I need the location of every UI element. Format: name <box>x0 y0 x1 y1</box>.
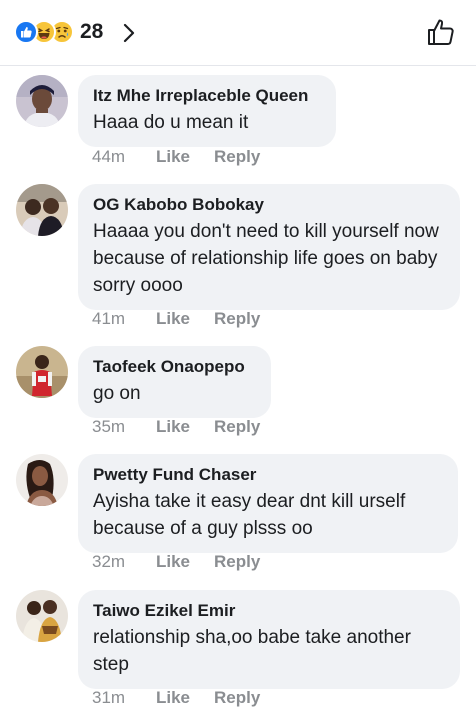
comment-meta: 32m Like Reply <box>92 552 284 572</box>
reply-button[interactable]: Reply <box>214 552 260 572</box>
avatar[interactable] <box>16 590 68 642</box>
like-post-icon[interactable] <box>425 16 457 48</box>
like-icon <box>14 20 38 44</box>
comment-meta: 35m Like Reply <box>92 417 284 437</box>
comment-author[interactable]: Taiwo Ezikel Emir <box>93 600 446 622</box>
chevron-right-icon[interactable] <box>120 20 138 46</box>
comment-bubble: Taofeek Onaopepo go on <box>78 346 271 418</box>
comment-bubble: OG Kabobo Bobokay Haaaa you don't need t… <box>78 184 460 310</box>
like-button[interactable]: Like <box>156 552 190 572</box>
comment-text: Haaa do u mean it <box>93 112 249 133</box>
comment-bubble: Pwetty Fund Chaser Ayisha take it easy d… <box>78 454 458 553</box>
comment-meta: 31m Like Reply <box>92 688 284 708</box>
reply-button[interactable]: Reply <box>214 417 260 437</box>
reactions-header: 28 <box>0 0 476 66</box>
avatar[interactable] <box>16 75 68 127</box>
like-button[interactable]: Like <box>156 147 190 167</box>
comment-author[interactable]: Taofeek Onaopepo <box>93 356 257 378</box>
comment-time[interactable]: 32m <box>92 552 156 572</box>
comment-time[interactable]: 44m <box>92 147 156 167</box>
reaction-count: 28 <box>80 20 104 43</box>
comment-author[interactable]: Pwetty Fund Chaser <box>93 464 444 486</box>
like-button[interactable]: Like <box>156 417 190 437</box>
reply-button[interactable]: Reply <box>214 309 260 329</box>
comment-text: Ayisha take it easy dear dnt kill urself… <box>93 491 406 539</box>
comment-author[interactable]: OG Kabobo Bobokay <box>93 194 446 216</box>
like-button[interactable]: Like <box>156 309 190 329</box>
reply-button[interactable]: Reply <box>214 688 260 708</box>
comment-time[interactable]: 31m <box>92 688 156 708</box>
avatar[interactable] <box>16 346 68 398</box>
comment-bubble: Itz Mhe Irreplaceble Queen Haaa do u mea… <box>78 75 336 147</box>
avatar[interactable] <box>16 184 68 236</box>
comment-meta: 44m Like Reply <box>92 147 284 167</box>
like-button[interactable]: Like <box>156 688 190 708</box>
avatar[interactable] <box>16 454 68 506</box>
reply-button[interactable]: Reply <box>214 147 260 167</box>
comment-author[interactable]: Itz Mhe Irreplaceble Queen <box>93 85 322 107</box>
comment-meta: 41m Like Reply <box>92 309 284 329</box>
comment-time[interactable]: 41m <box>92 309 156 329</box>
reactions-summary[interactable]: 28 <box>14 19 103 45</box>
comment-text: go on <box>93 383 141 404</box>
comment-time[interactable]: 35m <box>92 417 156 437</box>
comment-text: relationship sha,oo babe take another st… <box>93 627 411 675</box>
comment-text: Haaaa you don't need to kill yourself no… <box>93 221 439 296</box>
comment-bubble: Taiwo Ezikel Emir relationship sha,oo ba… <box>78 590 460 689</box>
